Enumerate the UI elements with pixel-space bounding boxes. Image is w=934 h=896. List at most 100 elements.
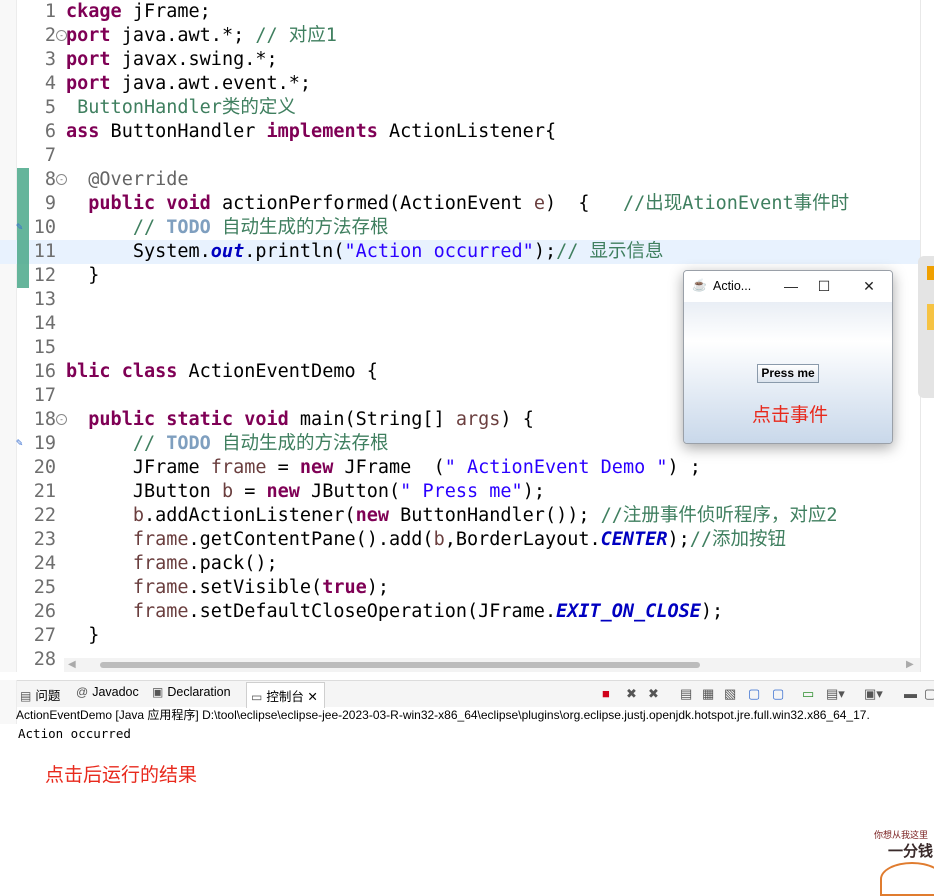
code-line[interactable]: 21 JButton b = new JButton(" Press me"); [0, 480, 920, 504]
code-line[interactable]: 26 frame.setDefaultCloseOperation(JFrame… [0, 600, 920, 624]
code-token: new [299, 457, 334, 478]
line-number: 20 [33, 457, 56, 478]
word-wrap-icon[interactable]: ▧ [724, 686, 736, 702]
code-line[interactable]: 24 frame.pack(); [0, 552, 920, 576]
code-token: .pack(); [188, 553, 278, 574]
code-token: frame [132, 553, 189, 574]
line-number: 5 [44, 97, 56, 118]
code-line[interactable]: 8- @Override [0, 168, 920, 192]
line-number: 19 [33, 433, 56, 454]
side-panel-strip[interactable] [918, 256, 934, 398]
code-line[interactable]: 6 ass ButtonHandler implements ActionList… [0, 120, 920, 144]
close-tab-icon[interactable]: ✕ [307, 690, 317, 704]
jframe-window[interactable]: ☕ Actio... — ☐ ✕ Press me 点击事件 [683, 270, 893, 444]
code-token: EXIT_ON_CLOSE [556, 601, 701, 622]
code-token: port [66, 25, 111, 46]
line-number: 6 [44, 121, 56, 142]
scrollbar-thumb[interactable] [100, 662, 700, 668]
line-number: 17 [33, 385, 56, 406]
line-number: 9 [44, 193, 56, 214]
code-line[interactable]: 20 JFrame frame = new JFrame (" ActionEv… [0, 456, 920, 480]
code-line[interactable]: 9 public void actionPerformed(ActionEven… [0, 192, 920, 216]
scroll-lock-icon[interactable]: ▦ [702, 686, 714, 702]
minimize-button[interactable]: — [779, 275, 803, 297]
pin-console-icon[interactable]: ▭ [802, 686, 814, 702]
line-number: 26 [33, 601, 56, 622]
tab-javadoc[interactable]: @ Javadoc [76, 685, 139, 699]
code-text: port java.awt.event.*; [66, 72, 311, 96]
code-token: ) { [544, 193, 623, 214]
code-token: ActionEventDemo { [177, 361, 378, 382]
code-token: JButton [66, 481, 222, 502]
horizontal-scrollbar[interactable]: ◀ ▶ [64, 658, 920, 672]
console-output-area[interactable]: Action occurred 点击后运行的结果 [0, 724, 934, 880]
code-token: javax.swing.*; [110, 49, 278, 70]
code-line[interactable]: 25 frame.setVisible(true); [0, 576, 920, 600]
code-token: ActionListener{ [377, 121, 557, 142]
code-text: frame.setDefaultCloseOperation(JFrame.EX… [66, 600, 723, 624]
terminate-icon[interactable]: ■ [602, 686, 610, 701]
code-line[interactable]: 5 ButtonHandler类的定义 [0, 96, 920, 120]
show-on-error-icon[interactable]: ▢ [772, 686, 784, 702]
tab-problems[interactable]: ▤ 问题 [20, 685, 60, 704]
line-number: 10 [33, 217, 56, 238]
code-token: // 对应1 [255, 25, 337, 46]
press-me-button[interactable]: Press me [757, 364, 819, 383]
open-console-icon[interactable]: ▣▾ [864, 686, 883, 702]
console-output-text: Action occurred [18, 726, 131, 741]
code-line[interactable]: 11 System.out.println("Action occurred")… [0, 240, 920, 264]
code-token: main(String[] [288, 409, 456, 430]
window-content: Press me 点击事件 [684, 302, 892, 443]
code-token: .println( [244, 241, 345, 262]
code-token: ); [522, 481, 545, 502]
code-token: = [233, 481, 267, 502]
scroll-left-icon[interactable]: ◀ [68, 659, 76, 670]
code-token: jFrame; [121, 1, 211, 22]
code-token: CENTER [600, 529, 668, 550]
code-token: ) { [500, 409, 534, 430]
code-text: JButton b = new JButton(" Press me"); [66, 480, 545, 504]
code-token: ); [366, 577, 390, 598]
line-number: 18 [33, 409, 56, 430]
code-line[interactable]: 2- port java.awt.*; // 对应1 [0, 24, 920, 48]
maximize-button[interactable]: ☐ [812, 275, 836, 297]
tab-declaration[interactable]: ▣ Declaration [152, 685, 231, 699]
code-line[interactable]: 22 b.addActionListener(new ButtonHandler… [0, 504, 920, 528]
code-token: args [455, 409, 501, 430]
code-line[interactable]: 23 frame.getContentPane().add(b,BorderLa… [0, 528, 920, 552]
window-titlebar[interactable]: ☕ Actio... — ☐ ✕ [684, 271, 892, 301]
code-token: new [266, 481, 300, 502]
remove-launch-icon[interactable]: ✖ [626, 686, 637, 702]
tab-console[interactable]: ▭ 控制台 ✕ [246, 682, 325, 708]
line-number: 12 [33, 265, 56, 286]
code-token: // [132, 217, 167, 238]
scroll-right-icon[interactable]: ▶ [906, 659, 914, 670]
maximize-view-icon[interactable]: ▢ [924, 686, 934, 702]
code-line[interactable]: 7 [0, 144, 920, 168]
line-number: 4 [44, 73, 56, 94]
code-token: JFrame ( [333, 457, 445, 478]
declaration-icon: ▣ [152, 685, 164, 699]
watermark-logo: 你想从我这里 一分钱 [866, 822, 934, 896]
line-number: 1 [44, 1, 56, 22]
line-number: 23 [33, 529, 56, 550]
clear-console-icon[interactable]: ▤ [680, 686, 692, 702]
code-token: void [244, 409, 289, 430]
display-console-icon[interactable]: ▤▾ [826, 686, 845, 702]
code-token: .getContentPane().add( [188, 529, 434, 550]
code-line[interactable]: 1 ckage jFrame; [0, 0, 920, 24]
code-line[interactable]: ✎ 10 // TODO 自动生成的方法存根 [0, 216, 920, 240]
minimize-view-icon[interactable]: ▬ [904, 686, 917, 701]
code-line[interactable]: 3 port javax.swing.*; [0, 48, 920, 72]
remove-all-icon[interactable]: ✖ [648, 686, 659, 702]
code-line[interactable]: 27 } [0, 624, 920, 648]
line-number: 3 [44, 49, 56, 70]
line-number: 15 [33, 337, 56, 358]
code-text: JFrame frame = new JFrame (" ActionEvent… [66, 456, 701, 480]
code-token: //添加按钮 [689, 529, 787, 550]
show-on-output-icon[interactable]: ▢ [748, 686, 760, 702]
close-button[interactable]: ✕ [857, 275, 881, 297]
code-line[interactable]: 4 port java.awt.event.*; [0, 72, 920, 96]
code-text: port javax.swing.*; [66, 48, 278, 72]
